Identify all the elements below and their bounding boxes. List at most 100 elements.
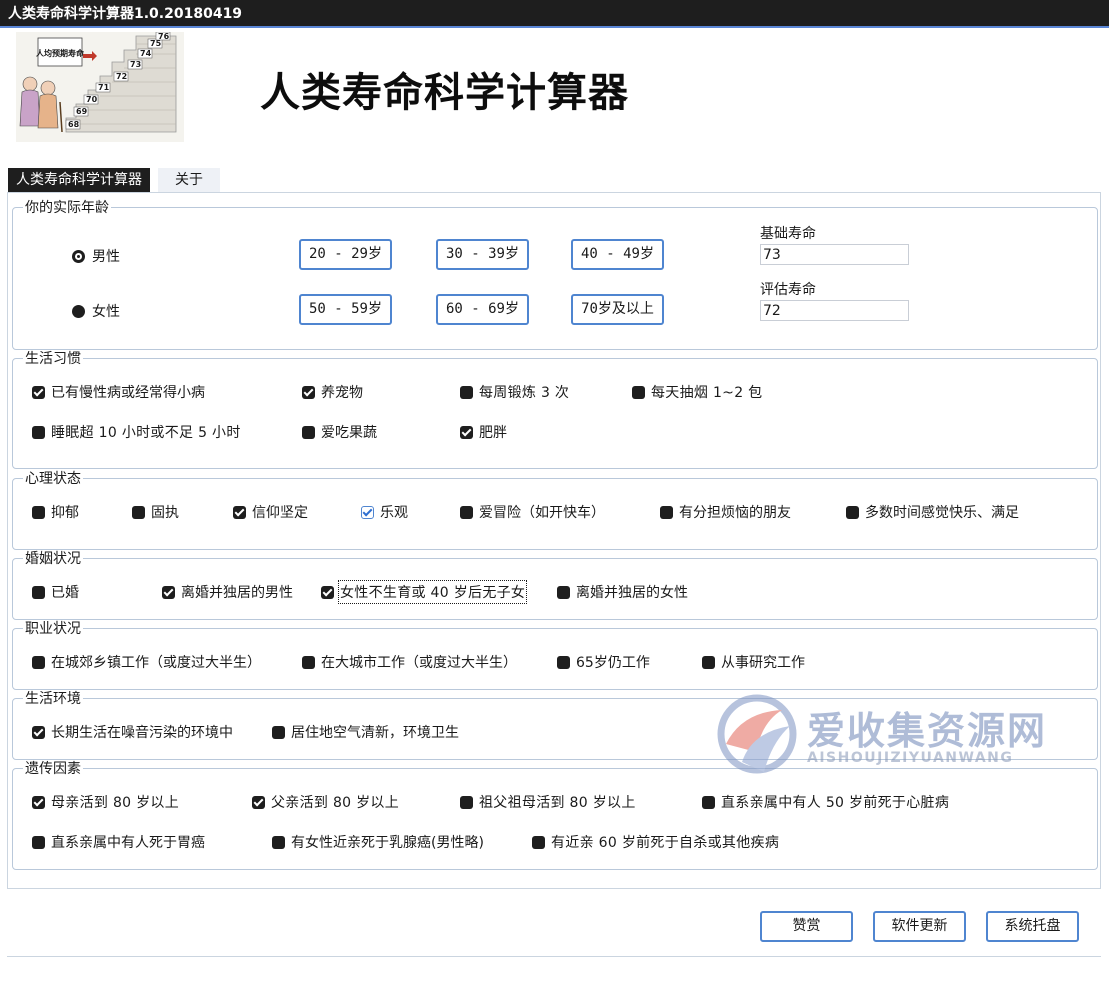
estimated-life-field[interactable] (760, 300, 909, 321)
marriage-divorced-female-checkbox[interactable]: 离婚并独居的女性 (557, 582, 688, 602)
gender-male-radio[interactable]: 男性 (72, 246, 120, 266)
environment-group-title: 生活环境 (23, 690, 83, 708)
system-tray-button[interactable]: 系统托盘 (986, 911, 1079, 942)
footer-divider (7, 956, 1101, 957)
gene-breast-cancer-checkbox[interactable]: 有女性近亲死于乳腺癌(男性略) (272, 832, 484, 852)
checkbox-label: 祖父祖母活到 80 岁以上 (479, 795, 636, 811)
checkbox-label: 有近亲 60 岁前死于自杀或其他疾病 (551, 835, 780, 851)
mental-friends-checkbox[interactable]: 有分担烦恼的朋友 (660, 502, 791, 522)
base-life-label: 基础寿命 (760, 226, 816, 242)
habits-group-title: 生活习惯 (23, 350, 83, 368)
checkbox-checked-icon (321, 585, 334, 599)
checkbox-label: 女性不生育或 40 岁后无子女 (337, 580, 528, 604)
marriage-married-checkbox[interactable]: 已婚 (32, 582, 79, 602)
env-noise-checkbox[interactable]: 长期生活在噪音污染的环境中 (32, 722, 233, 742)
mental-adventure-checkbox[interactable]: 爱冒险（如开快车） (460, 502, 605, 522)
checkbox-checked-icon (32, 725, 45, 739)
software-update-button[interactable]: 软件更新 (873, 911, 966, 942)
checkbox-label: 乐观 (380, 505, 408, 521)
checkbox-unchecked-icon (557, 585, 570, 599)
mental-optimistic-checkbox[interactable]: 乐观 (361, 502, 408, 522)
checkbox-label: 离婚并独居的女性 (576, 585, 688, 601)
age-60-69-button[interactable]: 60 - 69岁 (436, 294, 529, 325)
checkbox-unchecked-icon (702, 795, 715, 809)
checkbox-label: 离婚并独居的男性 (181, 585, 293, 601)
gene-suicide-checkbox[interactable]: 有近亲 60 岁前死于自杀或其他疾病 (532, 832, 779, 852)
mental-group-title: 心理状态 (23, 470, 83, 488)
checkbox-unchecked-icon (32, 835, 45, 849)
habit-chronic-illness-checkbox[interactable]: 已有慢性病或经常得小病 (32, 382, 205, 402)
checkbox-unchecked-icon (32, 425, 45, 439)
age-50-59-button[interactable]: 50 - 59岁 (299, 294, 392, 325)
base-life-field[interactable] (760, 244, 909, 265)
tab-calculator[interactable]: 人类寿命科学计算器 (8, 168, 150, 192)
mental-stubborn-checkbox[interactable]: 固执 (132, 502, 179, 522)
habit-sleep-checkbox[interactable]: 睡眠超 10 小时或不足 5 小时 (32, 422, 241, 442)
mental-happy-checkbox[interactable]: 多数时间感觉快乐、满足 (846, 502, 1019, 522)
mental-depression-checkbox[interactable]: 抑郁 (32, 502, 79, 522)
habit-obesity-checkbox[interactable]: 肥胖 (460, 422, 507, 442)
logo-number: 68 (68, 120, 80, 129)
radio-unselected-icon (72, 304, 85, 318)
logo-image: 68 69 70 71 72 73 74 75 76 人均预期寿命 (16, 32, 184, 142)
checkbox-checked-icon (252, 795, 265, 809)
checkbox-label: 每天抽烟 1~2 包 (651, 385, 763, 401)
checkbox-label: 肥胖 (479, 425, 507, 441)
gene-heart-disease-checkbox[interactable]: 直系亲属中有人 50 岁前死于心脏病 (702, 792, 949, 812)
checkbox-checked-icon (460, 425, 473, 439)
logo-number: 70 (86, 95, 98, 104)
gene-father-80-checkbox[interactable]: 父亲活到 80 岁以上 (252, 792, 399, 812)
checkbox-label: 在城郊乡镇工作（或度过大半生） (51, 655, 261, 671)
checkbox-unchecked-icon (302, 655, 315, 669)
age-group-title: 你的实际年龄 (23, 199, 111, 217)
checkbox-label: 直系亲属中有人 50 岁前死于心脏病 (721, 795, 950, 811)
checkbox-unchecked-icon (532, 835, 545, 849)
marriage-divorced-male-checkbox[interactable]: 离婚并独居的男性 (162, 582, 293, 602)
checkbox-unchecked-icon (557, 655, 570, 669)
checkbox-unchecked-icon (660, 505, 673, 519)
gender-female-radio[interactable]: 女性 (72, 301, 120, 321)
checkbox-label: 每周锻炼 3 次 (479, 385, 570, 401)
radio-selected-icon (72, 249, 85, 263)
career-research-checkbox[interactable]: 从事研究工作 (702, 652, 805, 672)
logo-number: 69 (76, 107, 88, 116)
logo-number: 73 (130, 60, 141, 69)
env-clean-air-checkbox[interactable]: 居住地空气清新，环境卫生 (272, 722, 459, 742)
career-city-checkbox[interactable]: 在大城市工作（或度过大半生） (302, 652, 517, 672)
logo-caption: 人均预期寿命 (36, 48, 85, 58)
habit-fruits-checkbox[interactable]: 爱吃果蔬 (302, 422, 377, 442)
life-expectancy-illustration: 68 69 70 71 72 73 74 75 76 人均预期寿命 (16, 32, 184, 142)
habit-exercise-checkbox[interactable]: 每周锻炼 3 次 (460, 382, 569, 402)
checkbox-unchecked-icon (272, 725, 285, 739)
checkbox-unchecked-icon (702, 655, 715, 669)
checkbox-label: 长期生活在噪音污染的环境中 (51, 725, 233, 741)
logo-number: 76 (158, 32, 170, 41)
age-40-49-button[interactable]: 40 - 49岁 (571, 239, 664, 270)
donate-button[interactable]: 赞赏 (760, 911, 853, 942)
marriage-childless-checkbox[interactable]: 女性不生育或 40 岁后无子女 (321, 580, 528, 604)
checkbox-label: 从事研究工作 (721, 655, 805, 671)
window-title: 人类寿命科学计算器1.0.20180419 (0, 0, 1109, 28)
logo-number: 74 (140, 49, 152, 58)
career-suburban-checkbox[interactable]: 在城郊乡镇工作（或度过大半生） (32, 652, 261, 672)
age-70-plus-button[interactable]: 70岁及以上 (571, 294, 664, 325)
age-30-39-button[interactable]: 30 - 39岁 (436, 239, 529, 270)
checkbox-label: 爱吃果蔬 (321, 425, 377, 441)
checkbox-checked-icon (32, 795, 45, 809)
gene-mother-80-checkbox[interactable]: 母亲活到 80 岁以上 (32, 792, 179, 812)
checkbox-unchecked-icon (132, 505, 145, 519)
checkbox-label: 抑郁 (51, 505, 79, 521)
checkbox-label: 已婚 (51, 585, 79, 601)
gene-stomach-cancer-checkbox[interactable]: 直系亲属中有人死于胃癌 (32, 832, 205, 852)
career-working-65-checkbox[interactable]: 65岁仍工作 (557, 652, 650, 672)
age-20-29-button[interactable]: 20 - 29岁 (299, 239, 392, 270)
gender-male-label: 男性 (92, 249, 120, 265)
mental-faith-checkbox[interactable]: 信仰坚定 (233, 502, 308, 522)
habit-smoking-checkbox[interactable]: 每天抽烟 1~2 包 (632, 382, 762, 402)
habit-pets-checkbox[interactable]: 养宠物 (302, 382, 363, 402)
marriage-group-title: 婚姻状况 (23, 550, 83, 568)
checkbox-label: 65岁仍工作 (576, 655, 650, 671)
tab-about[interactable]: 关于 (158, 168, 220, 192)
gene-grandparents-80-checkbox[interactable]: 祖父祖母活到 80 岁以上 (460, 792, 636, 812)
age-group: 你的实际年龄 (12, 199, 1098, 350)
